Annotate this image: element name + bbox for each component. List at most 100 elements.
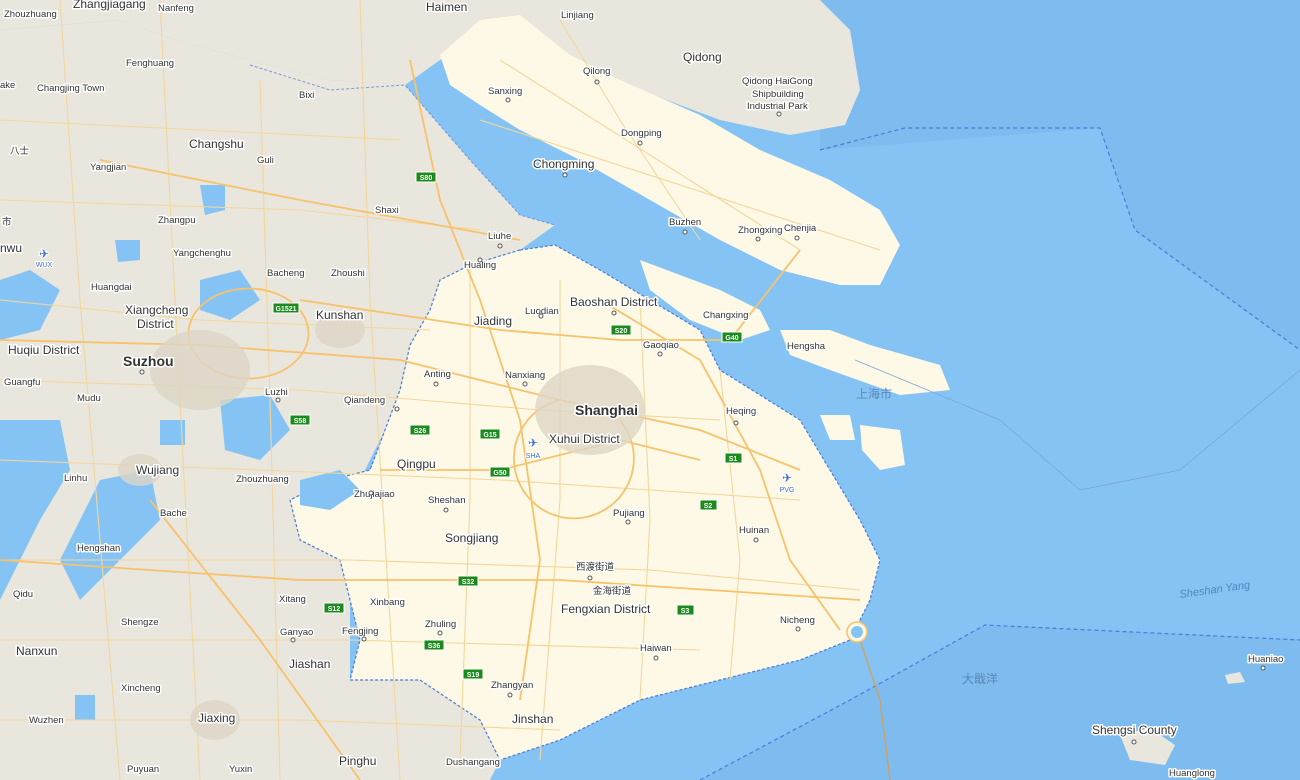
label-haiwan[interactable]: Haiwan bbox=[639, 642, 674, 656]
label-huqiu[interactable]: Huqiu District bbox=[7, 342, 82, 359]
label-zhangjiagang[interactable]: Zhangjiagang bbox=[72, 0, 148, 13]
label-sanxing[interactable]: Sanxing bbox=[487, 85, 524, 99]
airplane-icon: ✈ bbox=[528, 436, 538, 450]
label-hengshan[interactable]: Hengshan bbox=[76, 542, 122, 556]
shield-G50: G50 bbox=[489, 466, 511, 478]
shield-S3: S3 bbox=[676, 604, 695, 616]
label-huaniao[interactable]: Huaniao bbox=[1247, 653, 1285, 667]
label-wujiang[interactable]: Wujiang bbox=[135, 462, 181, 479]
svg-text:PVG: PVG bbox=[780, 487, 795, 494]
label-qidong[interactable]: Qidong bbox=[682, 49, 724, 66]
label-xidu[interactable]: 西渡街道 bbox=[575, 560, 617, 575]
label-puyuan[interactable]: Puyuan bbox=[126, 763, 161, 777]
label-qiandeng[interactable]: Qiandeng bbox=[343, 394, 387, 408]
label-fengxian[interactable]: Fengxian District bbox=[560, 601, 653, 618]
label-zhuling[interactable]: Zhuling bbox=[424, 618, 458, 632]
label-edge-nwu[interactable]: nwu bbox=[0, 240, 24, 257]
label-jiashan[interactable]: Jiashan bbox=[288, 656, 332, 673]
label-guangfu[interactable]: Guangfu bbox=[3, 376, 42, 390]
label-huanglong[interactable]: Huanglong bbox=[1168, 767, 1217, 780]
label-yangjian[interactable]: Yangjian bbox=[89, 161, 128, 175]
label-xitang[interactable]: Xitang bbox=[278, 593, 308, 607]
label-xuhui[interactable]: Xuhui District bbox=[548, 431, 622, 448]
shield-G15: G15 bbox=[479, 428, 501, 440]
label-changxing[interactable]: Changxing bbox=[702, 309, 750, 323]
label-zhujiajiao[interactable]: Zhujiajiao bbox=[353, 488, 397, 502]
shield-S20: S20 bbox=[610, 324, 632, 336]
label-nanxun[interactable]: Nanxun bbox=[15, 643, 59, 660]
label-haimen[interactable]: Haimen bbox=[425, 0, 469, 16]
label-bache[interactable]: Bache bbox=[159, 507, 189, 521]
label-qingpu[interactable]: Qingpu bbox=[396, 456, 438, 473]
label-dushangang[interactable]: Dushangang bbox=[445, 756, 502, 770]
label-guli[interactable]: Guli bbox=[256, 154, 276, 168]
label-haigong-2[interactable]: Shipbuilding bbox=[751, 88, 806, 102]
label-changjing[interactable]: Changjing Town bbox=[36, 82, 106, 96]
label-hengsha[interactable]: Hengsha bbox=[786, 340, 828, 354]
label-jiading[interactable]: Jiading bbox=[473, 313, 514, 330]
label-shaxi[interactable]: Shaxi bbox=[374, 204, 401, 218]
label-haigong-3[interactable]: Industrial Park bbox=[746, 100, 810, 114]
label-mudu[interactable]: Mudu bbox=[76, 392, 103, 406]
label-chongming[interactable]: Chongming bbox=[532, 156, 596, 173]
label-linjiang[interactable]: Linjiang bbox=[560, 9, 596, 23]
label-songjiang[interactable]: Songjiang bbox=[444, 530, 500, 547]
label-baoshan[interactable]: Baoshan District bbox=[569, 294, 660, 311]
label-fengjing[interactable]: Fengjing bbox=[341, 625, 380, 639]
label-huinan[interactable]: Huinan bbox=[738, 524, 771, 538]
label-chenjia[interactable]: Chenjia bbox=[783, 222, 819, 236]
label-nanfeng[interactable]: Nanfeng bbox=[157, 2, 196, 16]
label-xiangcheng-district[interactable]: District bbox=[136, 316, 176, 333]
label-fenghuang[interactable]: Fenghuang bbox=[125, 57, 176, 71]
label-xincheng[interactable]: Xincheng bbox=[120, 682, 163, 696]
label-edge-shi[interactable]: 市 bbox=[1, 215, 14, 230]
label-yangchenghu[interactable]: Yangchenghu bbox=[172, 247, 233, 261]
shield-S26: S26 bbox=[409, 424, 431, 436]
label-nicheng[interactable]: Nicheng bbox=[779, 614, 817, 628]
svg-text:WUX: WUX bbox=[36, 262, 53, 269]
label-zhoushi[interactable]: Zhoushi bbox=[330, 267, 367, 281]
label-zhouzhuang[interactable]: Zhouzhuang bbox=[235, 473, 291, 487]
label-dongping[interactable]: Dongping bbox=[620, 127, 664, 141]
label-changshu[interactable]: Changshu bbox=[188, 136, 246, 153]
label-bixi[interactable]: Bixi bbox=[298, 89, 316, 103]
svg-text:SHA: SHA bbox=[526, 453, 541, 460]
label-xiangcheng[interactable]: Xiangcheng bbox=[124, 302, 190, 319]
label-zhangpu[interactable]: Zhangpu bbox=[157, 214, 198, 228]
label-jiaxing[interactable]: Jiaxing bbox=[197, 710, 237, 727]
label-buzhen[interactable]: Buzhen bbox=[668, 216, 703, 230]
map-canvas[interactable]: S80 G1521 S58 S26 G15 G50 S20 G40 S1 S2 … bbox=[0, 0, 1300, 780]
label-shanghai[interactable]: Shanghai bbox=[574, 401, 640, 420]
label-zhouzhuang-north[interactable]: Zhouzhuang bbox=[3, 8, 59, 22]
label-yuxin[interactable]: Yuxin bbox=[228, 763, 254, 777]
label-sheshan[interactable]: Sheshan bbox=[427, 494, 468, 508]
label-shengsi[interactable]: Shengsi County bbox=[1091, 722, 1179, 739]
label-edge-ake[interactable]: ake bbox=[0, 79, 17, 93]
label-heqing[interactable]: Heqing bbox=[725, 405, 758, 419]
label-kunshan[interactable]: Kunshan bbox=[315, 307, 365, 324]
label-linhu[interactable]: Linhu bbox=[63, 472, 89, 486]
label-luzhi[interactable]: Luzhi bbox=[264, 386, 290, 400]
label-pinghu[interactable]: Pinghu bbox=[338, 753, 378, 770]
label-zhangyan[interactable]: Zhangyan bbox=[490, 679, 535, 693]
label-zhongxing[interactable]: Zhongxing bbox=[737, 224, 784, 238]
label-suzhou[interactable]: Suzhou bbox=[122, 352, 176, 371]
label-jinhai[interactable]: 金海街道 bbox=[592, 584, 634, 599]
label-bacheng[interactable]: Bacheng bbox=[266, 267, 307, 281]
label-shengze[interactable]: Shengze bbox=[120, 616, 161, 630]
label-anting[interactable]: Anting bbox=[423, 368, 453, 382]
label-gaoqiao[interactable]: Gaoqiao bbox=[642, 339, 681, 353]
label-xinbang[interactable]: Xinbang bbox=[369, 596, 407, 610]
label-qidu[interactable]: Qidu bbox=[12, 588, 35, 602]
label-qilong[interactable]: Qilong bbox=[582, 65, 612, 79]
label-bashi[interactable]: 八士 bbox=[9, 144, 32, 159]
label-nanxiang[interactable]: Nanxiang bbox=[504, 369, 547, 383]
label-jinshan[interactable]: Jinshan bbox=[511, 711, 555, 728]
label-huangdai[interactable]: Huangdai bbox=[90, 281, 134, 295]
label-liuhe[interactable]: Liuhe bbox=[487, 230, 513, 244]
label-haigong-1[interactable]: Qidong HaiGong bbox=[741, 75, 815, 89]
label-pujiang[interactable]: Pujiang bbox=[612, 507, 647, 521]
label-wuzhen[interactable]: Wuzhen bbox=[28, 714, 66, 728]
label-ganyao[interactable]: Ganyao bbox=[279, 626, 315, 640]
shield-G1521: G1521 bbox=[272, 302, 300, 314]
